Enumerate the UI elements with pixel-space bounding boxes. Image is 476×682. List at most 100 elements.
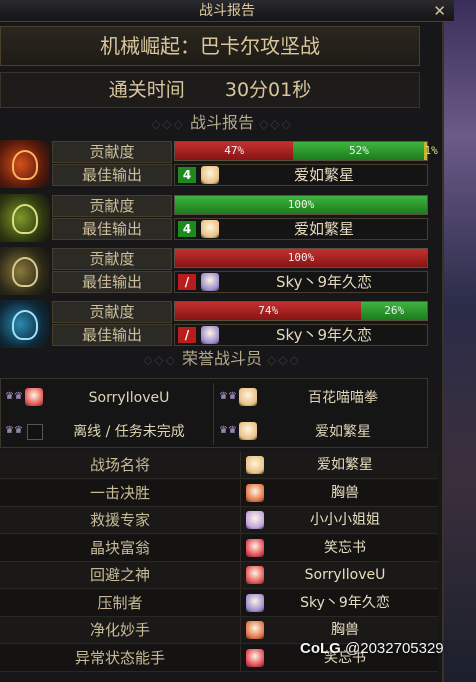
award-player-name: 爱如繁星 [317, 457, 373, 473]
honor-member[interactable]: ♛♛ 爱如繁星 [215, 415, 427, 449]
avatar [201, 273, 219, 291]
avatar [246, 648, 264, 667]
contribution-segment: 47% [175, 142, 294, 160]
leaf-class-icon [0, 194, 50, 242]
award-divider [240, 507, 241, 534]
award-row: 晶块富翁 笑忘书 [0, 534, 438, 562]
contribution-label: 贡献度 [52, 248, 172, 270]
watermark-handle: @2032705329 [345, 640, 444, 657]
avatar [239, 388, 257, 406]
award-title: 回避之神 [89, 566, 150, 584]
contribution-segment: 74% [175, 302, 362, 320]
honor-member-name: 离线 / 任务未完成 [73, 424, 185, 440]
contribution-label: 贡献度 [52, 141, 172, 163]
team-row: 贡献度 最佳输出 74% 26% / Sky丶9年久恋 [0, 300, 430, 348]
honor-panel: ♛♛ SorryIloveU ♛♛ 百花喵喵拳 ♛♛ 离线 / 任务未完成 ♛♛… [0, 378, 428, 448]
award-divider [240, 562, 241, 589]
window-titlebar[interactable]: 战斗报告 ✕ [0, 0, 454, 22]
rank-badge: / [178, 274, 196, 290]
best-output-name: Sky丶9年久恋 [275, 273, 373, 291]
offline-slot-icon [27, 424, 43, 440]
award-divider [240, 644, 241, 672]
avatar [201, 220, 219, 238]
contribution-segment: 100% [175, 196, 427, 214]
award-row: 救援专家 小小小姐姐 [0, 507, 438, 534]
best-output: 4 爱如繁星 [174, 218, 428, 240]
award-player-name: 小小小姐姐 [310, 512, 380, 528]
award-row: 回避之神 SorryIloveU [0, 562, 438, 589]
rank-badge: 4 [178, 167, 196, 183]
award-row: 一击决胜 胸兽 [0, 479, 438, 507]
award-title: 净化妙手 [89, 621, 150, 639]
crown-icon: ♛♛ [219, 391, 237, 402]
best-output: / Sky丶9年久恋 [174, 324, 428, 346]
team-row: 贡献度 最佳输出 100% 4 爱如繁星 [0, 194, 430, 242]
fire-class-icon [0, 140, 50, 188]
report-header-text: 战斗报告 [189, 113, 254, 132]
clear-time-value: 30分01秒 [224, 79, 312, 101]
award-row: 战场名将 爱如繁星 [0, 452, 438, 479]
best-output-name: 爱如繁星 [293, 166, 354, 184]
award-title: 异常状态能手 [74, 648, 165, 667]
honor-member[interactable]: ♛♛ 百花喵喵拳 [215, 381, 427, 415]
honor-member-name: 爱如繁星 [315, 424, 371, 440]
award-title: 战场名将 [89, 456, 150, 474]
best-output-name: 爱如繁星 [293, 220, 354, 238]
ice-class-icon [0, 300, 50, 348]
award-divider [240, 589, 241, 617]
contribution-segment: 100% [175, 249, 427, 267]
honor-divider [213, 383, 214, 445]
honor-header: ◇◇◇ 荣誉战斗员 ◇◇◇ [143, 349, 301, 368]
watermark: CoLG @2032705329 [300, 640, 444, 657]
award-divider [240, 534, 241, 562]
window-title: 战斗报告 [199, 3, 255, 19]
avatar [246, 566, 264, 584]
contribution-bar: 47% 52% 1% [174, 141, 438, 161]
avatar [246, 456, 264, 474]
award-title: 压制者 [97, 593, 143, 612]
award-player-name: Sky丶9年久恋 [300, 594, 390, 611]
avatar [246, 483, 264, 502]
honor-member-name: 百花喵喵拳 [308, 390, 378, 406]
best-output: / Sky丶9年久恋 [174, 271, 428, 293]
avatar [201, 326, 219, 344]
award-title: 救援专家 [89, 511, 150, 529]
award-divider [240, 617, 241, 644]
award-divider [240, 479, 241, 507]
award-player-name: 笑忘书 [324, 539, 366, 556]
best-output-label: 最佳输出 [52, 164, 172, 186]
contribution-bar: 100% [174, 195, 428, 215]
best-output-label: 最佳输出 [52, 324, 172, 346]
contribution-segment: 1% [424, 142, 438, 160]
contribution-bar: 100% [174, 248, 428, 268]
avatar [246, 593, 264, 612]
close-icon[interactable]: ✕ [433, 0, 446, 22]
avatar [201, 166, 219, 184]
avatar [246, 538, 264, 557]
team-row: 贡献度 最佳输出 47% 52% 1% 4 爱如繁星 [0, 140, 438, 188]
honor-header-text: 荣誉战斗员 [181, 349, 262, 368]
avatar [246, 621, 264, 639]
avatar [239, 422, 257, 440]
watermark-brand: CoLG [300, 640, 341, 657]
award-title: 晶块富翁 [89, 538, 150, 557]
honor-member-name: SorryIloveU [88, 390, 170, 406]
award-player-name: SorryIloveU [304, 567, 386, 583]
rank-badge: / [178, 327, 196, 343]
contribution-segment: 26% [361, 302, 427, 320]
avatar [25, 388, 43, 406]
contribution-segment: 52% [293, 142, 425, 160]
honor-member[interactable]: ♛♛ 离线 / 任务未完成 [1, 415, 213, 449]
award-player-name: 胸兽 [331, 484, 359, 501]
crown-icon: ♛♛ [219, 425, 237, 436]
clear-time: 通关时间 30分01秒 [0, 72, 420, 108]
award-title: 一击决胜 [89, 483, 150, 502]
best-output: 4 爱如繁星 [174, 164, 428, 186]
earth-class-icon [0, 247, 50, 295]
report-header: ◇◇◇ 战斗报告 ◇◇◇ [151, 113, 293, 132]
contribution-label: 贡献度 [52, 195, 172, 217]
best-output-name: Sky丶9年久恋 [275, 326, 373, 344]
award-divider [240, 452, 241, 479]
honor-member[interactable]: ♛♛ SorryIloveU [1, 381, 213, 415]
best-output-label: 最佳输出 [52, 271, 172, 293]
